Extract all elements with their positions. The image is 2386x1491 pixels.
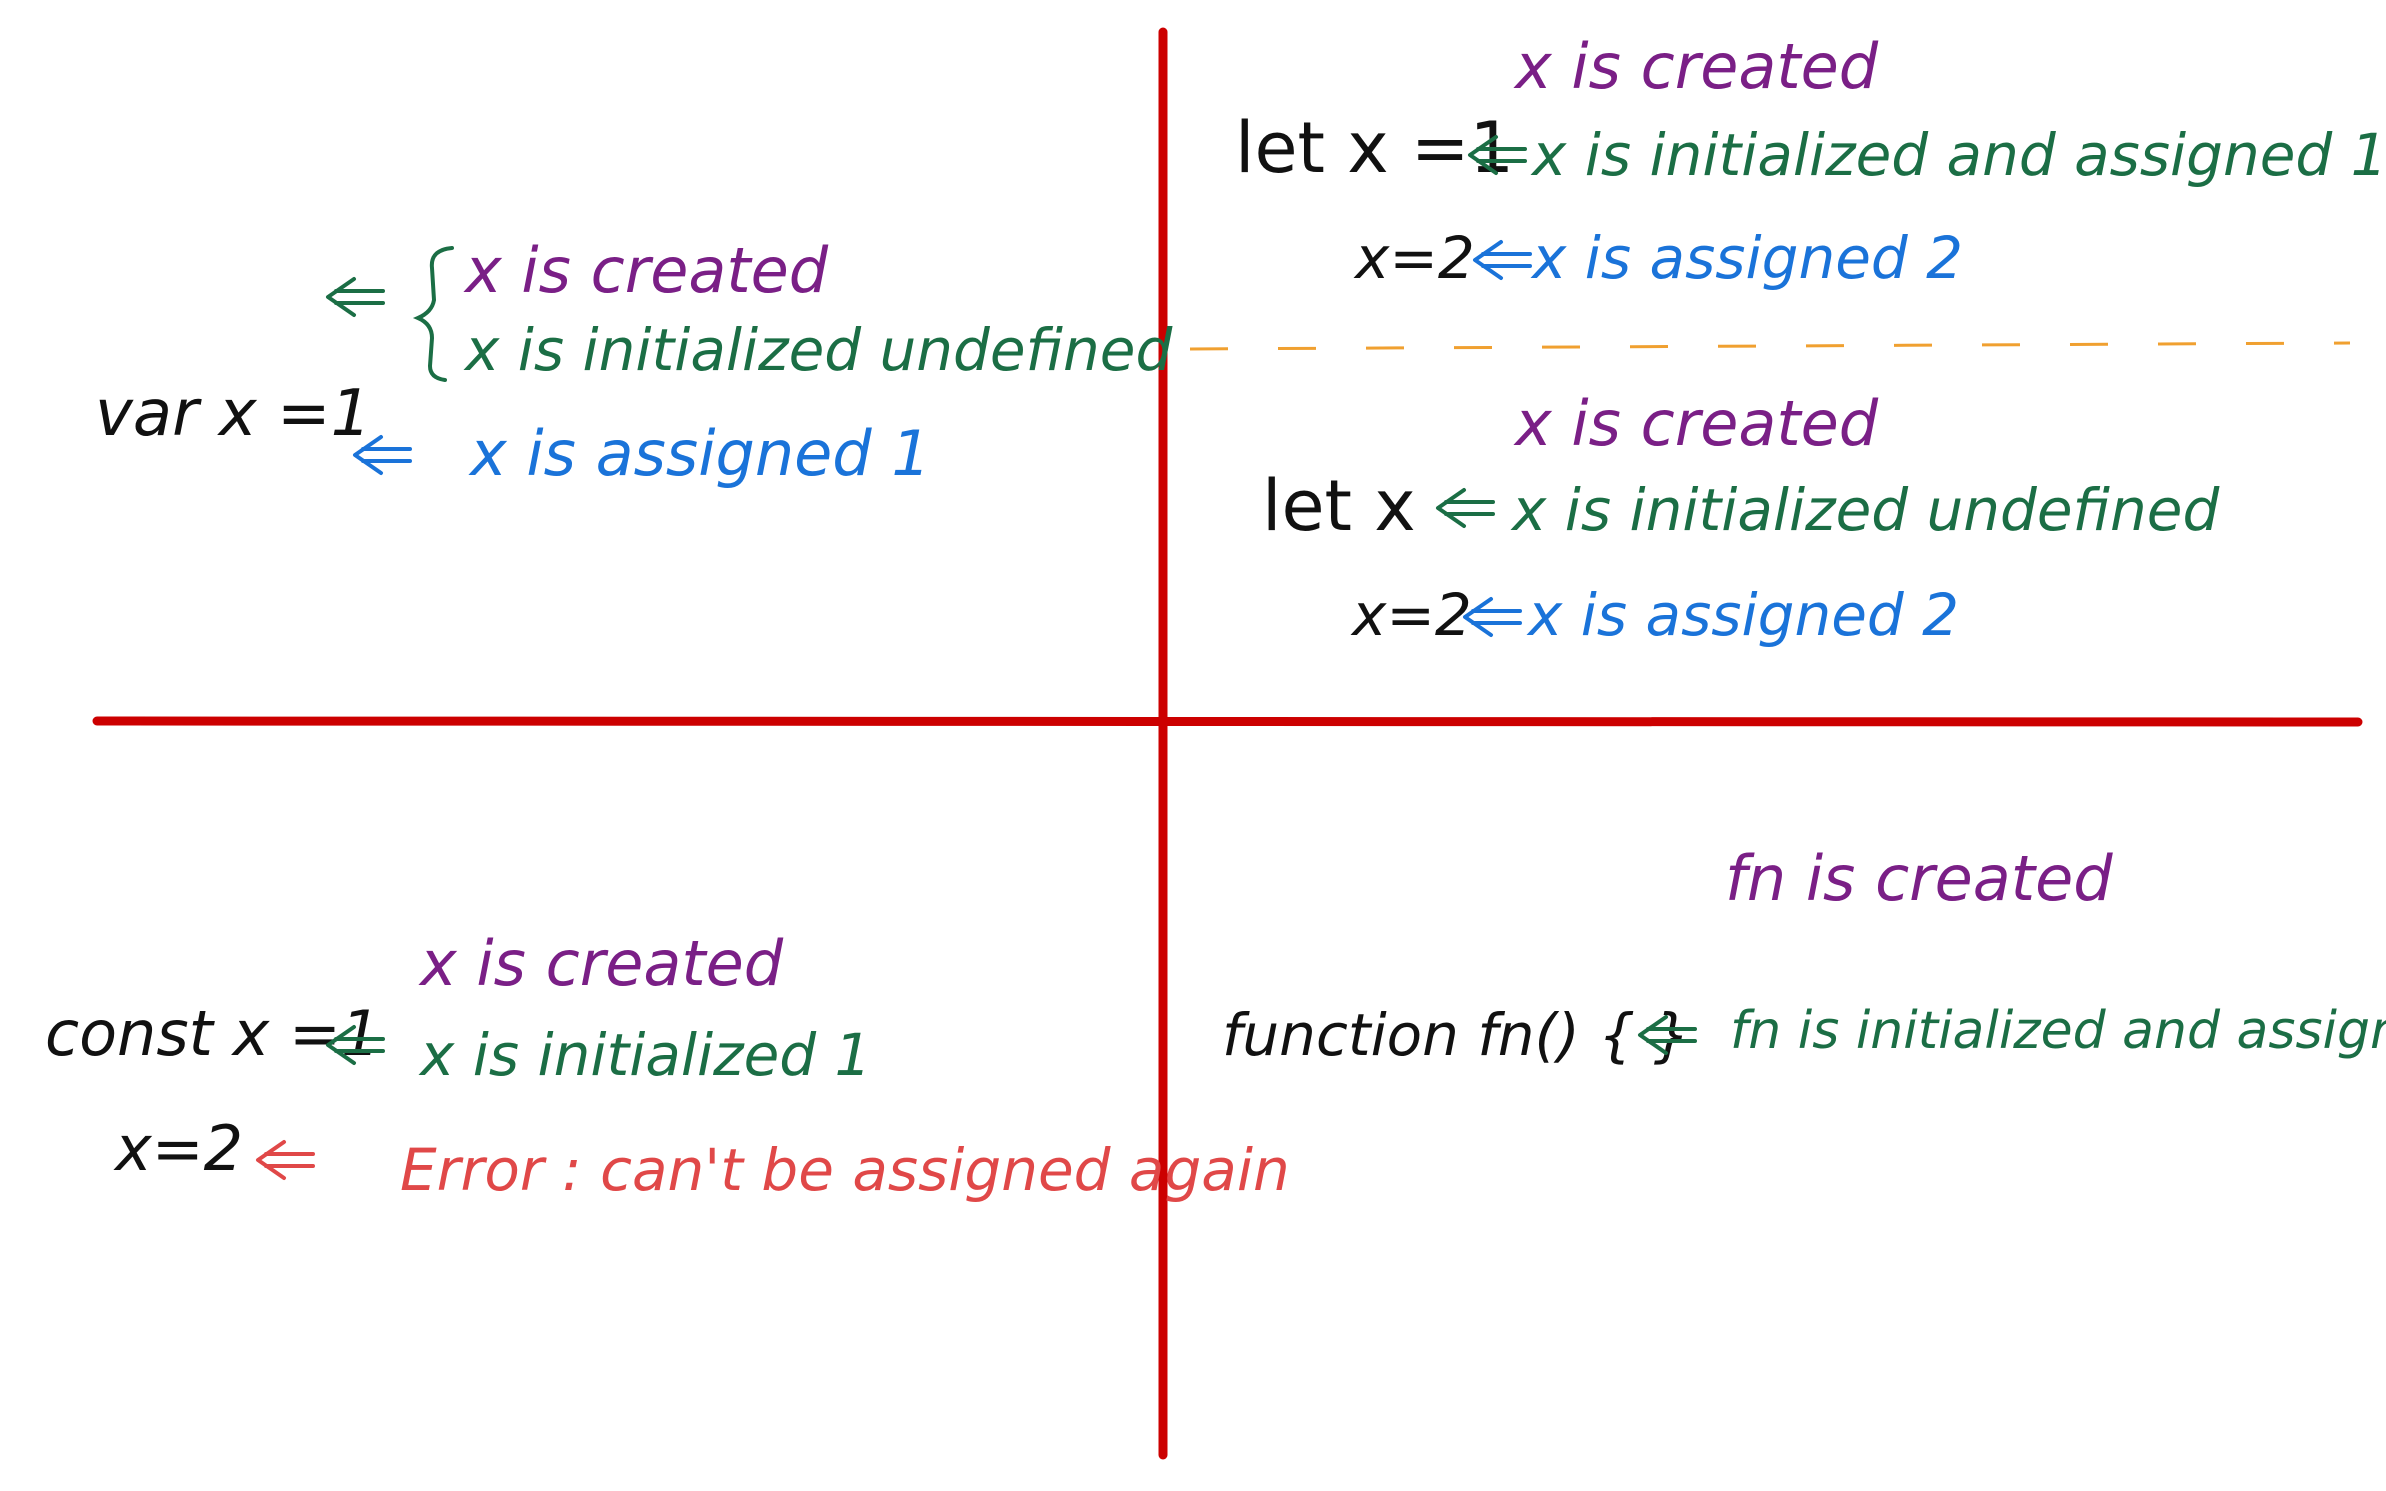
const-error-note: Error : can't be assigned again <box>400 1136 1290 1204</box>
const-code: const x =1 <box>45 997 380 1070</box>
let2-initialized-note: x is initialized undefined <box>1510 476 2220 544</box>
let2-reassign-code: x=2 <box>1350 581 1472 649</box>
var-code: var x =1 <box>95 377 371 451</box>
var-created-note: x is created <box>463 234 829 307</box>
let2-created-note: x is created <box>1513 387 1879 460</box>
double-left-arrow-icon <box>1463 597 1522 637</box>
function-created-note: fn is created <box>1725 842 2113 915</box>
let1-code: let x =1 <box>1235 107 1514 189</box>
let1-reassigned-note: x is assigned 2 <box>1530 224 1963 292</box>
function-code: function fn() { } <box>1222 1001 1690 1069</box>
let1-created-note: x is created <box>1513 30 1879 103</box>
let1-reassign-code: x=2 <box>1353 224 1475 292</box>
const-initialized-note: x is initialized 1 <box>418 1021 871 1089</box>
horizontal-divider <box>92 716 2363 727</box>
const-reassign-code: x=2 <box>113 1112 243 1185</box>
var-initialized-note: x is initialized undefined <box>463 316 1173 384</box>
const-created-note: x is created <box>418 927 784 1000</box>
function-initialized-note: fn is initialized and assigned <box>1730 1001 2386 1061</box>
double-left-arrow-icon <box>326 277 385 317</box>
var-assigned-note: x is assigned 1 <box>468 417 931 490</box>
double-left-arrow-icon <box>1436 488 1495 528</box>
left-brace-icon <box>412 246 454 382</box>
dashed-divider <box>1189 341 2351 351</box>
let2-reassigned-note: x is assigned 2 <box>1526 581 1959 649</box>
double-left-arrow-icon <box>1473 240 1532 280</box>
let2-code: let x <box>1262 465 1416 547</box>
hoisting-diagram: var x =1 x is created x is initialized u… <box>45 27 2386 1460</box>
let1-initialized-note: x is initialized and assigned 1 <box>1530 121 2386 189</box>
double-left-arrow-icon <box>256 1140 315 1180</box>
